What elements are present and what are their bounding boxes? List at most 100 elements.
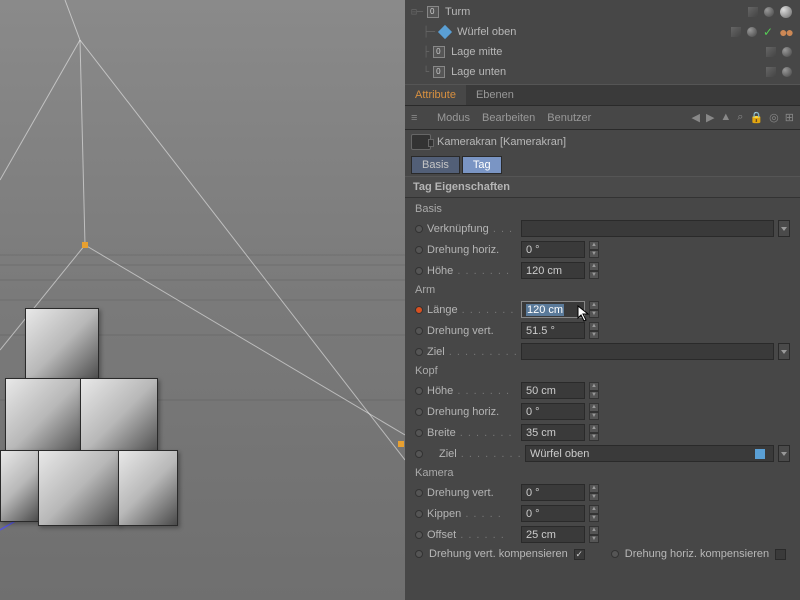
comp-vert-checkbox[interactable]: ✓: [574, 549, 585, 560]
spinner[interactable]: ▲▼: [589, 505, 599, 522]
prop-kippen: Kippen . . . . . 0 ° ▲▼: [405, 503, 800, 524]
spinner[interactable]: ▲▼: [589, 382, 599, 399]
lock-icon[interactable]: 🔒: [749, 111, 763, 124]
spinner[interactable]: ▲▼: [589, 262, 599, 279]
hoehe-kopf-input[interactable]: 50 cm: [521, 382, 585, 399]
anim-bullet[interactable]: [415, 327, 423, 335]
menu-modus[interactable]: Modus: [437, 112, 470, 124]
chevron-icon[interactable]: [778, 343, 790, 360]
camera-crane-icon: [411, 134, 431, 150]
spinner[interactable]: ▲▼: [589, 322, 599, 339]
anim-bullet[interactable]: [415, 450, 423, 458]
spinner[interactable]: ▲▼: [589, 424, 599, 441]
laenge-input[interactable]: 120 cm: [521, 301, 585, 318]
anim-bullet[interactable]: [415, 550, 423, 558]
prop-verknuepfung: Verknüpfung . . .: [405, 218, 800, 239]
attribute-menubar: ≡ Modus Bearbeiten Benutzer ◀ ▶ ▲ ⌕ 🔒 ◎ …: [405, 106, 800, 130]
anim-bullet[interactable]: [611, 550, 619, 558]
vis-editor-icon[interactable]: [731, 27, 741, 37]
selected-object-name: Kamerakran [Kamerakran]: [437, 136, 566, 148]
vis-render-icon[interactable]: [764, 7, 774, 17]
vis-editor-icon[interactable]: [748, 7, 758, 17]
ziel-kopf-field[interactable]: Würfel oben: [525, 445, 774, 462]
anim-bullet[interactable]: [415, 348, 423, 356]
spinner[interactable]: ▲▼: [589, 301, 599, 318]
drehung-horiz-input[interactable]: 0 °: [521, 241, 585, 258]
vis-editor-icon[interactable]: [766, 47, 776, 57]
search-icon[interactable]: ⌕: [737, 111, 743, 124]
ziel-field[interactable]: [521, 343, 774, 360]
object-name: Würfel oben: [457, 26, 731, 38]
prop-hoehe-kopf: Höhe . . . . . . . 50 cm ▲▼: [405, 380, 800, 401]
anim-bullet[interactable]: [415, 225, 423, 233]
object-name: Lage mitte: [451, 46, 766, 58]
cube-mid-right[interactable]: [80, 378, 158, 456]
anim-bullet[interactable]: [415, 267, 423, 275]
breite-input[interactable]: 35 cm: [521, 424, 585, 441]
object-row-turm[interactable]: ⊟─ Turm: [405, 2, 800, 22]
tag-dots-icon[interactable]: ●●: [779, 24, 792, 40]
group-basis: Basis: [405, 200, 800, 218]
kippen-input[interactable]: 0 °: [521, 505, 585, 522]
cube-mid-left[interactable]: [5, 378, 83, 456]
add-icon[interactable]: ⊞: [785, 111, 794, 124]
vis-editor-icon[interactable]: [766, 67, 776, 77]
cube-bot-3[interactable]: [118, 450, 178, 526]
spinner[interactable]: ▲▼: [589, 403, 599, 420]
cube-icon: [438, 25, 452, 39]
comp-horiz-checkbox[interactable]: [775, 549, 786, 560]
drehung-horiz-kopf-input[interactable]: 0 °: [521, 403, 585, 420]
anim-bullet[interactable]: [415, 408, 423, 416]
anim-bullet[interactable]: [415, 489, 423, 497]
spinner[interactable]: ▲▼: [589, 526, 599, 543]
menu-benutzer[interactable]: Benutzer: [547, 112, 591, 124]
prop-offset: Offset . . . . . . 25 cm ▲▼: [405, 524, 800, 545]
vis-render-icon[interactable]: [747, 27, 757, 37]
menu-bearbeiten[interactable]: Bearbeiten: [482, 112, 535, 124]
object-row-unten[interactable]: └ Lage unten: [405, 62, 800, 82]
prop-ziel-kopf: Ziel . . . . . . . . Würfel oben: [405, 443, 800, 464]
drehung-vert-kam-input[interactable]: 0 °: [521, 484, 585, 501]
nav-back-icon[interactable]: ◀: [691, 111, 699, 124]
offset-input[interactable]: 25 cm: [521, 526, 585, 543]
verknuepfung-field[interactable]: [521, 220, 774, 237]
new-icon[interactable]: ◎: [769, 111, 779, 124]
anim-bullet[interactable]: [415, 246, 423, 254]
anim-bullet[interactable]: [415, 510, 423, 518]
object-row-wuerfel[interactable]: ├─ Würfel oben ✓●●: [405, 22, 800, 42]
prop-breite: Breite . . . . . . . 35 cm ▲▼: [405, 422, 800, 443]
cube-link-icon: [755, 449, 765, 459]
anim-bullet[interactable]: [415, 429, 423, 437]
viewport-3d[interactable]: [0, 0, 405, 600]
prop-drehung-horiz-basis: Drehung horiz. 0 ° ▲▼: [405, 239, 800, 260]
tag-icon[interactable]: [780, 6, 792, 18]
subtab-basis[interactable]: Basis: [411, 156, 460, 174]
anim-bullet-active[interactable]: [415, 306, 423, 314]
chevron-icon[interactable]: [778, 445, 790, 462]
chevron-icon[interactable]: [778, 220, 790, 237]
spinner[interactable]: ▲▼: [589, 484, 599, 501]
anim-bullet[interactable]: [415, 531, 423, 539]
subtab-tag[interactable]: Tag: [462, 156, 502, 174]
spinner[interactable]: ▲▼: [589, 241, 599, 258]
nav-up-icon[interactable]: ▲: [720, 111, 731, 124]
cube-bot-1[interactable]: [0, 450, 40, 522]
null-icon: [433, 46, 445, 58]
cube-top[interactable]: [25, 308, 99, 382]
tab-ebenen[interactable]: Ebenen: [466, 85, 524, 105]
prop-compensate: Drehung vert. kompensieren ✓ Drehung hor…: [405, 545, 800, 563]
prop-ziel-arm: Ziel . . . . . . . . .: [405, 341, 800, 362]
vis-render-icon[interactable]: [782, 67, 792, 77]
cube-bot-2[interactable]: [38, 450, 120, 526]
drehung-vert-input[interactable]: 51.5 °: [521, 322, 585, 339]
object-row-mitte[interactable]: ├ Lage mitte: [405, 42, 800, 62]
check-icon[interactable]: ✓: [763, 25, 773, 39]
anim-bullet[interactable]: [415, 387, 423, 395]
nav-fwd-icon[interactable]: ▶: [706, 111, 714, 124]
tab-attribute[interactable]: Attribute: [405, 85, 466, 105]
group-arm: Arm: [405, 281, 800, 299]
vis-render-icon[interactable]: [782, 47, 792, 57]
prop-drehung-vert-arm: Drehung vert. 51.5 ° ▲▼: [405, 320, 800, 341]
menu-icon[interactable]: ≡: [411, 112, 425, 124]
hoehe-input[interactable]: 120 cm: [521, 262, 585, 279]
